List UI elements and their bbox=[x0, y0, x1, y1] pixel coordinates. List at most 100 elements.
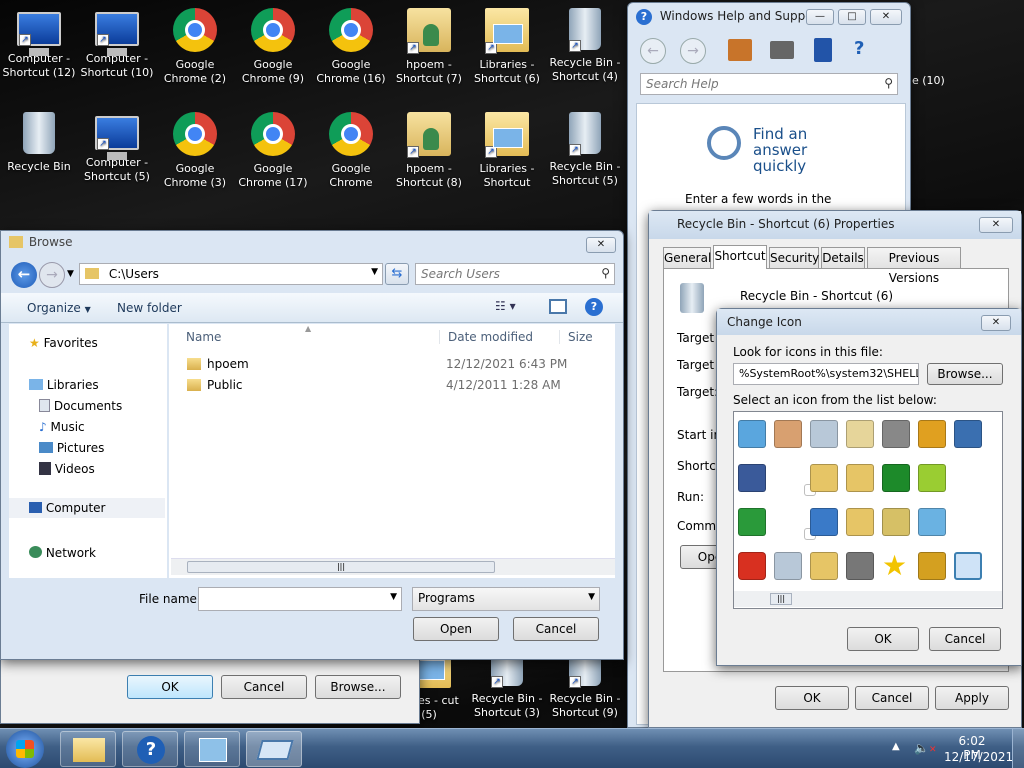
taskbar-properties-button[interactable] bbox=[246, 731, 302, 767]
documents-nav[interactable]: Documents bbox=[39, 399, 122, 413]
address-dropdown-icon[interactable]: ▼ bbox=[371, 267, 378, 277]
power-icon[interactable] bbox=[738, 552, 766, 580]
recent-pages-icon[interactable]: ▼ bbox=[67, 269, 74, 279]
column-name-header[interactable]: Name bbox=[186, 330, 221, 344]
column-size-header[interactable]: Size bbox=[559, 330, 593, 344]
desktop-icon-bin[interactable]: Recycle Bin bbox=[0, 108, 78, 208]
maximize-button[interactable]: □ bbox=[838, 9, 866, 25]
tab-shortcut[interactable]: Shortcut bbox=[713, 245, 767, 269]
tab-security[interactable]: Security bbox=[769, 247, 819, 269]
home-icon[interactable] bbox=[728, 39, 752, 61]
libraries-nav[interactable]: Libraries bbox=[29, 378, 99, 392]
close-button[interactable]: ✕ bbox=[870, 9, 902, 25]
preview-pane-icon[interactable] bbox=[549, 299, 567, 314]
desktop-icon-computer[interactable]: ↗ Computer - Shortcut (12) bbox=[0, 4, 78, 104]
folder-network-icon[interactable] bbox=[810, 464, 838, 492]
file-row[interactable]: Public 4/12/2011 1:28 AM bbox=[169, 375, 615, 396]
help-search-input[interactable]: Search Help ⚲ bbox=[640, 73, 898, 95]
background-browse-button[interactable]: Browse... bbox=[315, 675, 401, 699]
network-computer-icon[interactable] bbox=[738, 508, 766, 536]
browse-help-icon[interactable] bbox=[814, 38, 832, 62]
desktop-icon-chrome[interactable]: Google Chrome (3) bbox=[156, 108, 234, 208]
change-icon-close-button[interactable]: ✕ bbox=[981, 315, 1011, 331]
address-bar[interactable]: C:\Users ▼ bbox=[79, 263, 383, 285]
star-icon[interactable]: ★ bbox=[882, 552, 910, 580]
change-icon-cancel-button[interactable]: Cancel bbox=[929, 627, 1001, 651]
window-icon[interactable] bbox=[738, 420, 766, 448]
music-nav[interactable]: ♪ Music bbox=[39, 420, 85, 434]
desktop-icon-bin[interactable]: ↗ Recycle Bin - Shortcut (5) bbox=[546, 108, 624, 208]
network-nav[interactable]: Network bbox=[29, 546, 96, 560]
icon-grid-scrollbar[interactable]: ||| bbox=[734, 591, 1002, 607]
desktop-icon-bin[interactable]: ↗ Recycle Bin - Shortcut (4) bbox=[546, 4, 624, 104]
desktop-icon-folderuser[interactable]: ↗ hpoem - Shortcut (7) bbox=[390, 4, 468, 104]
background-ok-button[interactable]: OK bbox=[127, 675, 213, 699]
desktop-icon-libs[interactable]: ↗ Libraries - Shortcut (6) bbox=[468, 4, 546, 104]
desktop-icon-folderuser[interactable]: ↗ hpoem - Shortcut (8) bbox=[390, 108, 468, 208]
computer-folder-icon[interactable] bbox=[882, 508, 910, 536]
forward-icon[interactable]: → bbox=[680, 38, 706, 64]
clock-date[interactable]: 12/17/2021 bbox=[944, 750, 1013, 764]
back-icon[interactable]: ← bbox=[640, 38, 666, 64]
horizontal-scrollbar[interactable]: ||| bbox=[171, 558, 615, 575]
file-name-input[interactable]: ▼ bbox=[198, 587, 402, 611]
scroll-thumb[interactable]: ||| bbox=[770, 593, 792, 605]
taskbar-help-button[interactable]: ? bbox=[122, 731, 178, 767]
desktop-icon-libs[interactable]: ↗ Libraries - Shortcut bbox=[468, 108, 546, 208]
window-arrange-icon[interactable] bbox=[954, 420, 982, 448]
volume-muted-icon[interactable]: 🔈✕ bbox=[914, 741, 937, 755]
start-button[interactable] bbox=[6, 730, 44, 768]
file-row[interactable]: hpoem 12/12/2021 6:43 PM bbox=[169, 354, 615, 375]
selected-icon[interactable] bbox=[954, 552, 982, 580]
folder-tools-icon[interactable] bbox=[810, 552, 838, 580]
desktop-icon-chrome[interactable]: Google Chrome (9) bbox=[234, 4, 312, 104]
desktop-icon-computer[interactable]: ↗ Computer - Shortcut (10) bbox=[78, 4, 156, 104]
forward-arrow-icon[interactable]: → bbox=[39, 262, 65, 288]
hand-icon[interactable] bbox=[774, 420, 802, 448]
file-type-select[interactable]: Programs ▼ bbox=[412, 587, 600, 611]
blank-icon[interactable] bbox=[954, 464, 982, 492]
tab-previous-versions[interactable]: Previous Versions bbox=[867, 247, 961, 285]
desktop-icon-chrome[interactable]: Google Chrome bbox=[312, 108, 390, 208]
folder-printer-icon[interactable] bbox=[846, 464, 874, 492]
properties-cancel-button[interactable]: Cancel bbox=[855, 686, 929, 710]
properties-close-button[interactable]: ✕ bbox=[979, 217, 1013, 233]
open-button[interactable]: Open bbox=[413, 617, 499, 641]
tab-details[interactable]: Details bbox=[821, 247, 865, 269]
desktop-icon-chrome[interactable]: Google Chrome (17) bbox=[234, 108, 312, 208]
videos-nav[interactable]: Videos bbox=[39, 462, 95, 476]
desktop-icon-chrome[interactable]: Google Chrome (16) bbox=[312, 4, 390, 104]
chevron-down-icon[interactable]: ▼ bbox=[588, 592, 595, 602]
pictures-nav[interactable]: Pictures bbox=[39, 441, 104, 455]
view-options-icon[interactable]: ☷ ▾ bbox=[495, 299, 516, 313]
desktop-icon-chrome[interactable]: Google Chrome (2) bbox=[156, 4, 234, 104]
change-icon-browse-button[interactable]: Browse... bbox=[927, 363, 1003, 385]
tab-general[interactable]: General bbox=[663, 247, 711, 269]
new-folder-button[interactable]: New folder bbox=[117, 301, 182, 315]
print-icon[interactable] bbox=[770, 41, 794, 59]
favorites-nav[interactable]: ★ Favorites bbox=[29, 336, 98, 350]
desktop-icon-computer[interactable]: ↗ Computer - Shortcut (5) bbox=[78, 108, 156, 208]
show-hidden-icons[interactable]: ▲ bbox=[892, 741, 900, 752]
tree-icon[interactable] bbox=[882, 464, 910, 492]
search-users-input[interactable]: Search Users ⚲ bbox=[415, 263, 615, 285]
change-icon-ok-button[interactable]: OK bbox=[847, 627, 919, 651]
properties-ok-button[interactable]: OK bbox=[775, 686, 849, 710]
monitor-icon[interactable] bbox=[810, 508, 838, 536]
column-date-header[interactable]: Date modified bbox=[439, 330, 557, 344]
picture-icon[interactable] bbox=[918, 508, 946, 536]
properties-apply-button[interactable]: Apply bbox=[935, 686, 1009, 710]
recycle-bin-icon[interactable] bbox=[810, 420, 838, 448]
show-desktop-button[interactable] bbox=[1012, 729, 1024, 768]
server-icon[interactable] bbox=[846, 552, 874, 580]
scroll-thumb[interactable]: ||| bbox=[187, 561, 495, 573]
blank-icon[interactable] bbox=[954, 508, 982, 536]
background-cancel-button[interactable]: Cancel bbox=[221, 675, 307, 699]
minimize-button[interactable]: — bbox=[806, 9, 834, 25]
organize-menu[interactable]: Organize ▼ bbox=[27, 301, 91, 315]
key-icon[interactable] bbox=[918, 420, 946, 448]
icon-file-path-input[interactable]: %SystemRoot%\system32\SHELL32 bbox=[733, 363, 919, 385]
keyboard-icon[interactable] bbox=[846, 420, 874, 448]
taskbar-control-panel-button[interactable] bbox=[184, 731, 240, 767]
browse-close-button[interactable]: ✕ bbox=[586, 237, 616, 253]
